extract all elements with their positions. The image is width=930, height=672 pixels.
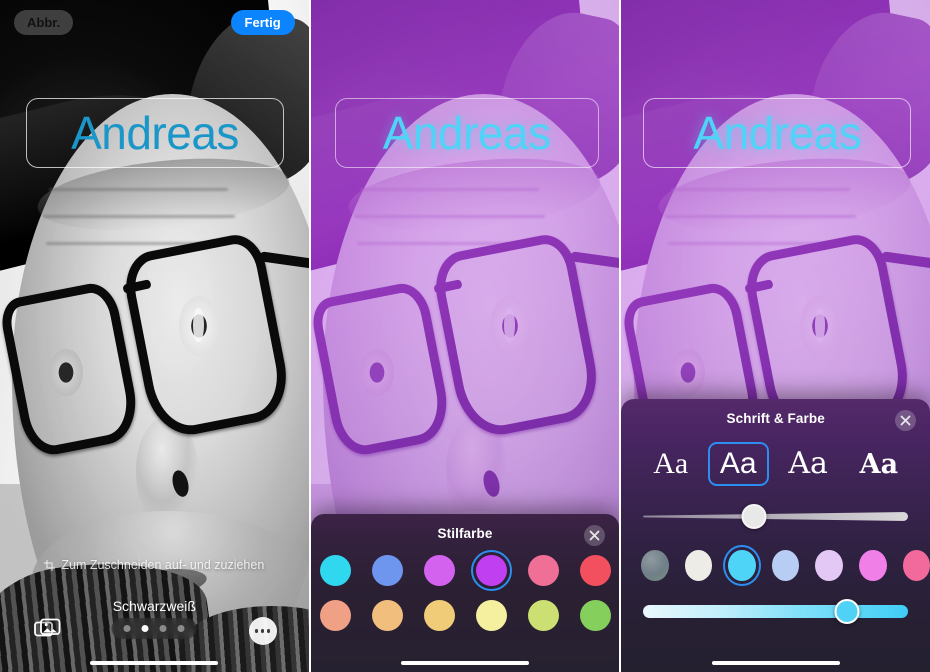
swatch-lavender[interactable] bbox=[815, 550, 843, 581]
page-dot[interactable] bbox=[123, 625, 131, 632]
swatch-light-orange[interactable] bbox=[371, 600, 403, 631]
name-field-panel1[interactable]: Andreas bbox=[26, 98, 284, 168]
editor-topbar: Abbr. Fertig bbox=[0, 0, 309, 44]
home-indicator bbox=[90, 660, 219, 665]
photo-stack-icon bbox=[34, 618, 61, 637]
crop-icon bbox=[44, 559, 56, 571]
font-option-serif[interactable]: Aa bbox=[641, 442, 700, 486]
swatch-magenta[interactable] bbox=[859, 550, 887, 581]
font-color-sheet: Schrift & Farbe Aa Aa Aa Aa bbox=[621, 399, 930, 672]
name-text: Andreas bbox=[382, 107, 551, 159]
panel-style-color-picker: Andreas Stilfarbe bbox=[310, 0, 620, 672]
name-text: Andreas bbox=[693, 107, 862, 159]
swatch-pale-yellow[interactable] bbox=[475, 600, 507, 631]
ellipsis-dot bbox=[254, 629, 259, 633]
done-button[interactable]: Fertig bbox=[230, 9, 295, 35]
panel-font-and-color-picker: Andreas Schrift & Farbe Aa Aa Aa Aa bbox=[621, 0, 930, 672]
swatch-salmon[interactable] bbox=[319, 600, 351, 631]
name-field-panel2[interactable]: Andreas bbox=[334, 98, 599, 168]
font-style-options: Aa Aa Aa Aa bbox=[621, 426, 930, 490]
screenshot-stage: Abbr. Fertig Andreas Zum Zuschneiden auf… bbox=[0, 0, 930, 672]
page-dot[interactable] bbox=[159, 625, 167, 632]
ellipsis-dot bbox=[260, 629, 265, 633]
font-size-thumb[interactable] bbox=[741, 504, 767, 529]
swatch-cyan-selected[interactable] bbox=[723, 545, 761, 586]
style-color-row-2 bbox=[311, 586, 620, 631]
color-intensity-slider[interactable] bbox=[621, 581, 930, 624]
swatch-white[interactable] bbox=[684, 550, 713, 581]
swatch-orchid[interactable] bbox=[423, 555, 455, 586]
crop-hint-label: Zum Zuschneiden auf- und zuziehen bbox=[61, 558, 265, 572]
swatch-cyan[interactable] bbox=[319, 555, 351, 586]
name-field-panel3[interactable]: Andreas bbox=[643, 98, 912, 168]
swatch-purple-selected[interactable] bbox=[470, 550, 512, 591]
more-options-button[interactable] bbox=[248, 617, 277, 645]
page-dot-active[interactable] bbox=[141, 625, 149, 632]
font-size-track bbox=[643, 512, 909, 521]
sheet-title: Stilfarbe bbox=[437, 526, 493, 541]
swatch-multicolor[interactable] bbox=[641, 550, 669, 581]
style-color-sheet: Stilfarbe bbox=[310, 514, 620, 672]
home-indicator bbox=[711, 660, 840, 665]
sheet-title: Schrift & Farbe bbox=[726, 411, 825, 426]
close-sheet-button[interactable] bbox=[895, 410, 917, 431]
swatch-light-blue[interactable] bbox=[771, 550, 800, 581]
ellipsis-dot bbox=[266, 629, 271, 633]
font-option-serif-alt[interactable]: Aa bbox=[776, 442, 840, 486]
panel-photo-editor-bw: Abbr. Fertig Andreas Zum Zuschneiden auf… bbox=[0, 0, 309, 672]
text-color-row bbox=[621, 536, 930, 586]
font-size-slider[interactable] bbox=[621, 490, 930, 530]
home-indicator bbox=[401, 660, 529, 665]
name-text: Andreas bbox=[71, 107, 239, 159]
font-option-slab[interactable]: Aa bbox=[848, 444, 910, 485]
filter-name-label: Schwarzweiß bbox=[112, 598, 196, 614]
cancel-button[interactable]: Abbr. bbox=[14, 9, 74, 35]
close-icon bbox=[900, 415, 911, 426]
font-option-sans-selected[interactable]: Aa bbox=[707, 442, 769, 486]
crop-hint: Zum Zuschneiden auf- und zuziehen bbox=[0, 558, 309, 572]
swatch-pink[interactable] bbox=[902, 550, 930, 581]
style-color-row-1 bbox=[311, 541, 620, 591]
swatch-golden[interactable] bbox=[423, 600, 455, 631]
photo-library-button[interactable] bbox=[34, 618, 61, 645]
swatch-blue[interactable] bbox=[371, 555, 403, 586]
close-icon bbox=[589, 530, 600, 541]
swatch-red[interactable] bbox=[579, 555, 611, 586]
color-intensity-track bbox=[643, 605, 909, 618]
swatch-pink[interactable] bbox=[527, 555, 559, 586]
page-dot[interactable] bbox=[177, 625, 185, 632]
swatch-green[interactable] bbox=[579, 600, 611, 631]
filter-page-dots[interactable] bbox=[111, 618, 197, 639]
color-intensity-thumb[interactable] bbox=[834, 599, 860, 624]
swatch-yellow-green[interactable] bbox=[527, 600, 559, 631]
